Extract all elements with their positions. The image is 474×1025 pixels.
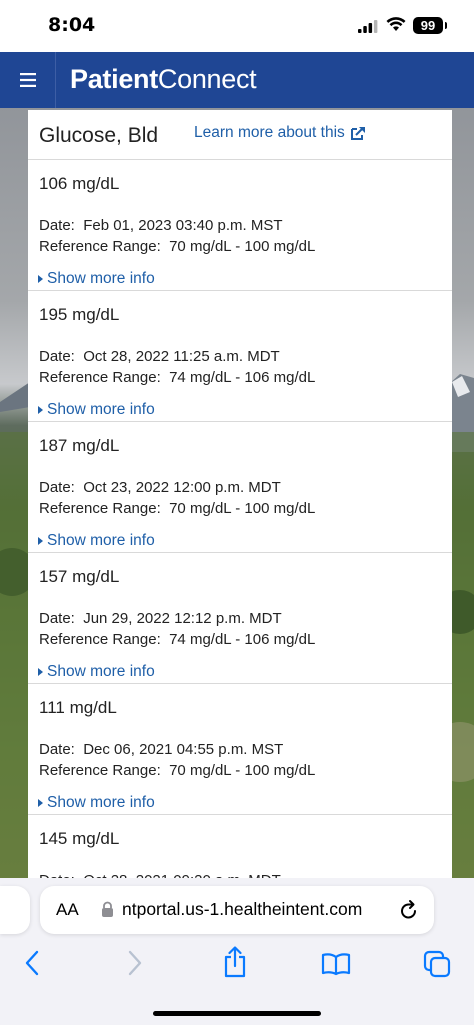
- caret-right-icon: [38, 406, 43, 414]
- home-indicator: [153, 1011, 321, 1016]
- result-range: Reference Range: 74 mg/dL - 106 mg/dL: [39, 369, 315, 386]
- result-value: 195 mg/dL: [39, 305, 120, 324]
- back-icon[interactable]: [24, 950, 40, 976]
- result-item: 195 mg/dL Date: Oct 28, 2022 11:25 a.m. …: [28, 291, 452, 422]
- result-item: 145 mg/dL Date: Oct 28, 2021 09:20 a.m. …: [28, 815, 452, 882]
- show-more-label: Show more info: [47, 794, 155, 811]
- caret-right-icon: [38, 537, 43, 545]
- show-more-label: Show more info: [47, 401, 155, 418]
- result-range: Reference Range: 74 mg/dL - 106 mg/dL: [39, 631, 315, 648]
- show-more-label: Show more info: [47, 663, 155, 680]
- page-title: Glucose, Bld: [39, 124, 159, 147]
- result-range: Reference Range: 70 mg/dL - 100 mg/dL: [39, 762, 315, 779]
- result-value: 111 mg/dL: [39, 698, 117, 717]
- range-label: Reference Range:: [39, 369, 161, 386]
- tabs-icon[interactable]: [423, 950, 451, 978]
- date-label: Date:: [39, 217, 75, 234]
- result-date: Date: Oct 28, 2022 11:25 a.m. MDT: [39, 348, 280, 365]
- learn-more-link[interactable]: Learn more about this: [194, 124, 366, 142]
- date-value: Oct 23, 2022 12:00 p.m. MDT: [83, 479, 281, 496]
- show-more-link[interactable]: Show more info: [38, 794, 155, 812]
- date-label: Date:: [39, 610, 75, 627]
- result-range: Reference Range: 70 mg/dL - 100 mg/dL: [39, 238, 315, 255]
- result-date: Date: Feb 01, 2023 03:40 p.m. MST: [39, 217, 282, 234]
- caret-right-icon: [38, 275, 43, 283]
- url-text: ntportal.us-1.healtheintent.com: [122, 899, 363, 919]
- share-icon[interactable]: [222, 946, 248, 978]
- range-value: 70 mg/dL - 100 mg/dL: [169, 762, 316, 779]
- show-more-label: Show more info: [47, 270, 155, 287]
- date-value: Feb 01, 2023 03:40 p.m. MST: [83, 217, 283, 234]
- hamburger-menu-icon: [19, 73, 36, 87]
- cellular-signal-icon: [358, 20, 378, 33]
- result-item: 157 mg/dL Date: Jun 29, 2022 12:12 p.m. …: [28, 553, 452, 684]
- result-date: Date: Dec 06, 2021 04:55 p.m. MST: [39, 741, 283, 758]
- date-label: Date:: [39, 741, 75, 758]
- result-value: 157 mg/dL: [39, 567, 120, 586]
- card-header: Glucose, Bld Learn more about this: [28, 110, 452, 160]
- date-label: Date:: [39, 348, 75, 365]
- status-time: 8:04: [48, 14, 96, 36]
- caret-right-icon: [38, 799, 43, 807]
- result-value: 187 mg/dL: [39, 436, 120, 455]
- range-label: Reference Range:: [39, 238, 161, 255]
- date-label: Date:: [39, 479, 75, 496]
- range-value: 70 mg/dL - 100 mg/dL: [169, 238, 316, 255]
- result-value: 145 mg/dL: [39, 829, 120, 848]
- result-item: 106 mg/dL Date: Feb 01, 2023 03:40 p.m. …: [28, 160, 452, 291]
- date-value: Jun 29, 2022 12:12 p.m. MDT: [83, 610, 282, 627]
- menu-button[interactable]: [0, 52, 56, 108]
- range-value: 74 mg/dL - 106 mg/dL: [169, 631, 316, 648]
- range-label: Reference Range:: [39, 631, 161, 648]
- learn-more-label: Learn more about this: [194, 124, 345, 141]
- result-date: Date: Jun 29, 2022 12:12 p.m. MDT: [39, 610, 282, 627]
- status-bar: 8:04 99: [0, 0, 474, 52]
- wifi-icon: [386, 17, 406, 31]
- date-value: Oct 28, 2022 11:25 a.m. MDT: [83, 348, 280, 365]
- range-label: Reference Range:: [39, 762, 161, 779]
- show-more-link[interactable]: Show more info: [38, 663, 155, 681]
- brand-light: Connect: [157, 64, 257, 94]
- brand-bold: Patient: [70, 64, 158, 94]
- range-label: Reference Range:: [39, 500, 161, 517]
- show-more-label: Show more info: [47, 532, 155, 549]
- external-link-icon: [350, 126, 365, 140]
- date-value: Dec 06, 2021 04:55 p.m. MST: [83, 741, 284, 758]
- show-more-link[interactable]: Show more info: [38, 532, 155, 550]
- address-bar[interactable]: AA ntportal.us-1.healtheintent.com: [40, 886, 434, 934]
- result-item: 111 mg/dL Date: Dec 06, 2021 04:55 p.m. …: [28, 684, 452, 815]
- forward-icon[interactable]: [127, 950, 143, 976]
- battery-indicator: 99: [413, 17, 447, 34]
- app-header: PatientConnect: [0, 52, 474, 108]
- range-value: 74 mg/dL - 106 mg/dL: [169, 369, 316, 386]
- show-more-link[interactable]: Show more info: [38, 401, 155, 419]
- lock-icon: [102, 901, 113, 917]
- result-date: Date: Oct 23, 2022 12:00 p.m. MDT: [39, 479, 281, 496]
- results-card: Glucose, Bld Learn more about this 106 m…: [28, 110, 452, 882]
- reader-options-button[interactable]: AA: [56, 900, 79, 920]
- reload-icon[interactable]: [399, 899, 419, 921]
- brand-logo[interactable]: PatientConnect: [70, 64, 257, 95]
- show-more-link[interactable]: Show more info: [38, 270, 155, 288]
- result-value: 106 mg/dL: [39, 174, 120, 193]
- bookmarks-icon[interactable]: [321, 952, 351, 976]
- caret-right-icon: [38, 668, 43, 676]
- result-item: 187 mg/dL Date: Oct 23, 2022 12:00 p.m. …: [28, 422, 452, 553]
- range-value: 70 mg/dL - 100 mg/dL: [169, 500, 316, 517]
- previous-tab-peek[interactable]: [0, 886, 30, 934]
- result-range: Reference Range: 70 mg/dL - 100 mg/dL: [39, 500, 315, 517]
